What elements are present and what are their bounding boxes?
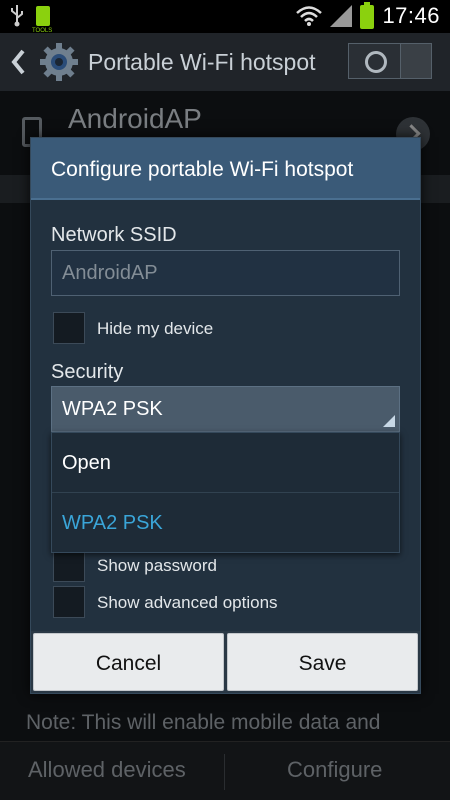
ap-name: AndroidAP — [68, 103, 202, 134]
toggle-knob — [349, 44, 401, 78]
hide-device-checkbox[interactable] — [53, 312, 85, 344]
show-advanced-checkbox[interactable] — [53, 586, 85, 618]
dialog-button-bar: Cancel Save — [31, 631, 420, 693]
security-value: WPA2 PSK — [62, 398, 163, 420]
option-label: Open — [62, 452, 111, 474]
security-label: Security — [51, 361, 124, 383]
back-icon[interactable] — [9, 47, 27, 77]
show-password-checkbox[interactable] — [53, 550, 85, 582]
hotspot-toggle[interactable] — [348, 43, 432, 79]
action-bar: Portable Wi-Fi hotspot — [0, 33, 450, 91]
wifi-icon — [296, 6, 323, 26]
page-title: Portable Wi-Fi hotspot — [88, 49, 316, 75]
save-label: Save — [298, 652, 347, 675]
security-option-wpa2-psk[interactable]: WPA2 PSK — [52, 493, 399, 553]
option-label: WPA2 PSK — [62, 512, 163, 534]
security-select[interactable]: WPA2 PSK — [51, 386, 400, 432]
bottom-bar: Allowed devices Configure — [0, 741, 450, 800]
configure-button: Configure — [287, 757, 383, 782]
tools-icon: TOOLS — [32, 6, 52, 34]
battery-icon — [360, 2, 375, 29]
security-dropdown-menu: Open WPA2 PSK — [51, 432, 400, 553]
gear-icon — [40, 43, 78, 81]
show-password-label: Show password — [97, 556, 218, 575]
save-button[interactable]: Save — [227, 633, 418, 691]
hotspot-note: Note: This will enable mobile data and — [26, 711, 381, 734]
configure-hotspot-dialog: Configure portable Wi-Fi hotspot Network… — [30, 137, 421, 694]
cancel-label: Cancel — [95, 652, 162, 675]
clock: 17:46 — [382, 3, 440, 28]
cancel-button[interactable]: Cancel — [33, 633, 224, 691]
ssid-label: Network SSID — [51, 224, 177, 246]
ssid-input[interactable]: AndroidAP — [51, 250, 400, 296]
hide-device-label: Hide my device — [97, 319, 214, 338]
usb-icon — [11, 5, 23, 27]
status-bar: TOOLS 17:46 — [0, 0, 450, 34]
security-option-open[interactable]: Open — [52, 433, 399, 493]
dialog-header: Configure portable Wi-Fi hotspot — [31, 138, 420, 200]
show-advanced-label: Show advanced options — [97, 593, 278, 612]
signal-icon — [330, 5, 353, 27]
ssid-value: AndroidAP — [62, 262, 158, 284]
bottom-divider — [224, 754, 225, 790]
dropdown-arrow-icon — [383, 415, 395, 427]
dialog-title: Configure portable Wi-Fi hotspot — [51, 158, 354, 181]
allowed-devices-button: Allowed devices — [28, 757, 186, 782]
